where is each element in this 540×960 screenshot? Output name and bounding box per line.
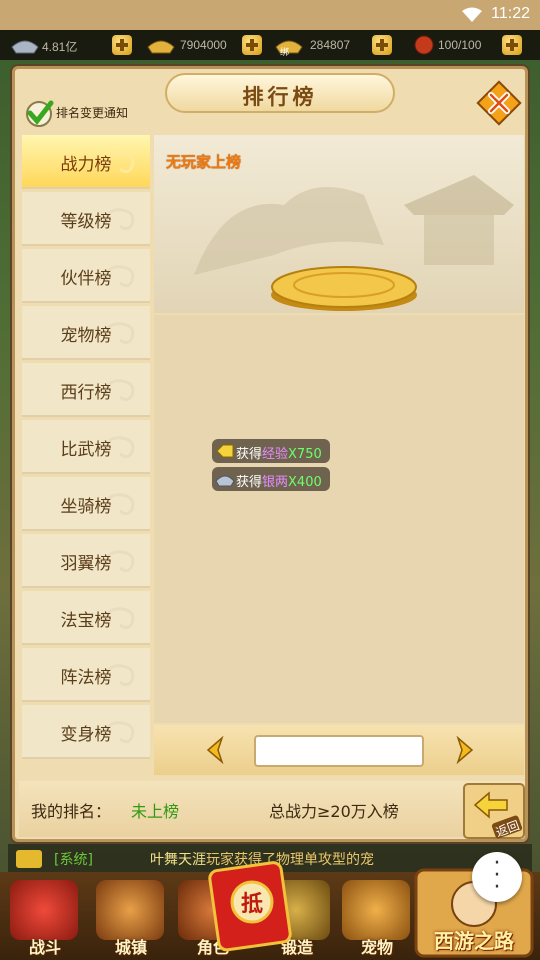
- menu-label: 宠物: [360, 938, 393, 957]
- tab-mount[interactable]: 坐骑榜: [22, 477, 150, 531]
- tab-label: 宠物榜: [60, 326, 112, 346]
- pagination: [154, 725, 524, 775]
- add-bound-gold-button[interactable]: [372, 35, 392, 55]
- resource-stamina-value: 100/100: [438, 38, 482, 52]
- battle-icon: [10, 880, 78, 940]
- tab-partner[interactable]: 伙伴榜: [22, 249, 150, 303]
- resource-bound-gold-value: 284807: [310, 38, 351, 52]
- add-stamina-button[interactable]: [502, 35, 522, 55]
- silver-ingot-icon: [11, 40, 39, 54]
- tab-label: 羽翼榜: [60, 554, 112, 574]
- reward-item: 经验: [262, 447, 289, 462]
- my-rank-value: 未上榜: [131, 802, 180, 821]
- tab-label: 坐骑榜: [60, 497, 112, 517]
- silver-icon: [215, 475, 235, 487]
- chat-channel: [系统]: [54, 852, 93, 868]
- chat-player-name: 叶舞天涯: [150, 852, 206, 868]
- more-vert-icon: · · ·: [493, 851, 501, 900]
- dialog-title-plate: 排行榜: [165, 73, 395, 113]
- exp-icon: [216, 444, 234, 458]
- page-indicator: [254, 735, 424, 767]
- wifi-icon: [462, 7, 482, 22]
- resource-bar: 4.81亿 7904000 绑 284807 100/100: [0, 30, 540, 60]
- red-packet-char: 抵: [241, 892, 263, 917]
- resource-bound-gold: 绑 284807: [274, 33, 374, 57]
- tab-wings[interactable]: 羽翼榜: [22, 534, 150, 588]
- resource-stamina: 100/100: [410, 33, 510, 57]
- reward-amount: X750: [288, 447, 322, 462]
- red-packet-icon: 抵: [208, 861, 292, 952]
- tab-label: 法宝榜: [60, 611, 112, 631]
- tab-label: 战力榜: [60, 155, 112, 175]
- close-icon[interactable]: [475, 79, 523, 127]
- bound-badge: 绑: [280, 46, 289, 57]
- red-packet-button[interactable]: 抵: [208, 856, 296, 952]
- ranking-tabs: 战力榜 等级榜 伙伴榜 宠物榜 西行榜 比武榜 坐骑榜 羽翼榜 法宝榜 阵法榜 …: [22, 135, 152, 775]
- tab-level[interactable]: 等级榜: [22, 192, 150, 246]
- my-rank-label: 我的排名：: [31, 802, 112, 821]
- menu-label: 城镇: [114, 938, 147, 957]
- reward-toast-silver: 获得银两X400: [212, 467, 330, 491]
- more-options-button[interactable]: · · ·: [472, 852, 522, 902]
- menu-town[interactable]: 城镇: [88, 872, 174, 960]
- ranking-list: 获得经验X750 获得银两X400: [154, 315, 524, 723]
- game-logo-text: 西游之路: [434, 929, 514, 953]
- reward-prefix: 获得: [236, 447, 263, 462]
- resource-silver: 4.81亿: [10, 33, 120, 57]
- back-button[interactable]: 返回: [463, 783, 525, 839]
- tab-journey-west[interactable]: 西行榜: [22, 363, 150, 417]
- town-icon: [96, 880, 164, 940]
- tab-label: 比武榜: [60, 440, 112, 460]
- pet-icon: [342, 880, 410, 940]
- reward-toast-exp: 获得经验X750: [212, 439, 330, 463]
- my-rank-bar: 我的排名： 未上榜 总战力≥20万入榜 返回: [19, 781, 525, 839]
- tab-label: 阵法榜: [60, 668, 112, 688]
- gold-pedestal-icon: [271, 266, 417, 311]
- menu-battle[interactable]: 战斗: [2, 872, 88, 960]
- reward-item: 银两: [262, 475, 289, 490]
- tab-arena[interactable]: 比武榜: [22, 420, 150, 474]
- notify-label: 排名变更通知: [56, 106, 129, 120]
- dialog-title: 排行榜: [242, 85, 318, 109]
- bound-gold-icon: 绑: [275, 40, 303, 57]
- next-page-icon[interactable]: [454, 736, 476, 764]
- battery-icon: [444, 7, 458, 23]
- resource-gold-value: 7904000: [180, 38, 227, 52]
- checkbox-checked-icon[interactable]: [23, 97, 55, 129]
- reward-amount: X400: [288, 475, 322, 490]
- tab-artifact[interactable]: 法宝榜: [22, 591, 150, 645]
- status-bar: 11:22: [0, 0, 540, 30]
- top-rank-scene: 无玩家上榜: [154, 135, 524, 313]
- tab-label: 西行榜: [60, 383, 112, 403]
- no-players-text: 无玩家上榜: [166, 153, 242, 171]
- add-gold-button[interactable]: [242, 35, 262, 55]
- ranking-dialog: 排行榜 排名变更通知 战力榜 等级榜 伙伴榜 宠物榜 西行榜 比武榜 坐骑榜 羽…: [12, 66, 528, 842]
- reward-prefix: 获得: [236, 475, 263, 490]
- tab-pet[interactable]: 宠物榜: [22, 306, 150, 360]
- resource-gold: 7904000: [146, 33, 246, 57]
- add-silver-button[interactable]: [112, 35, 132, 55]
- tab-formation[interactable]: 阵法榜: [22, 648, 150, 702]
- tab-label: 等级榜: [60, 212, 112, 232]
- chat-bubble-icon[interactable]: [16, 850, 42, 868]
- tab-transform[interactable]: 变身榜: [22, 705, 150, 759]
- menu-label: 战斗: [28, 938, 61, 957]
- tab-combat-power[interactable]: 战力榜: [22, 135, 150, 189]
- prev-page-icon[interactable]: [204, 736, 226, 764]
- menu-pet[interactable]: 宠物: [334, 872, 420, 960]
- stamina-icon: [414, 35, 434, 55]
- resource-silver-value: 4.81亿: [42, 40, 78, 54]
- gold-ingot-icon: [147, 40, 175, 54]
- tab-label: 伙伴榜: [60, 269, 112, 289]
- rank-requirement: 总战力≥20万入榜: [269, 802, 399, 821]
- tab-label: 变身榜: [60, 725, 112, 745]
- status-time: 11:22: [491, 5, 530, 22]
